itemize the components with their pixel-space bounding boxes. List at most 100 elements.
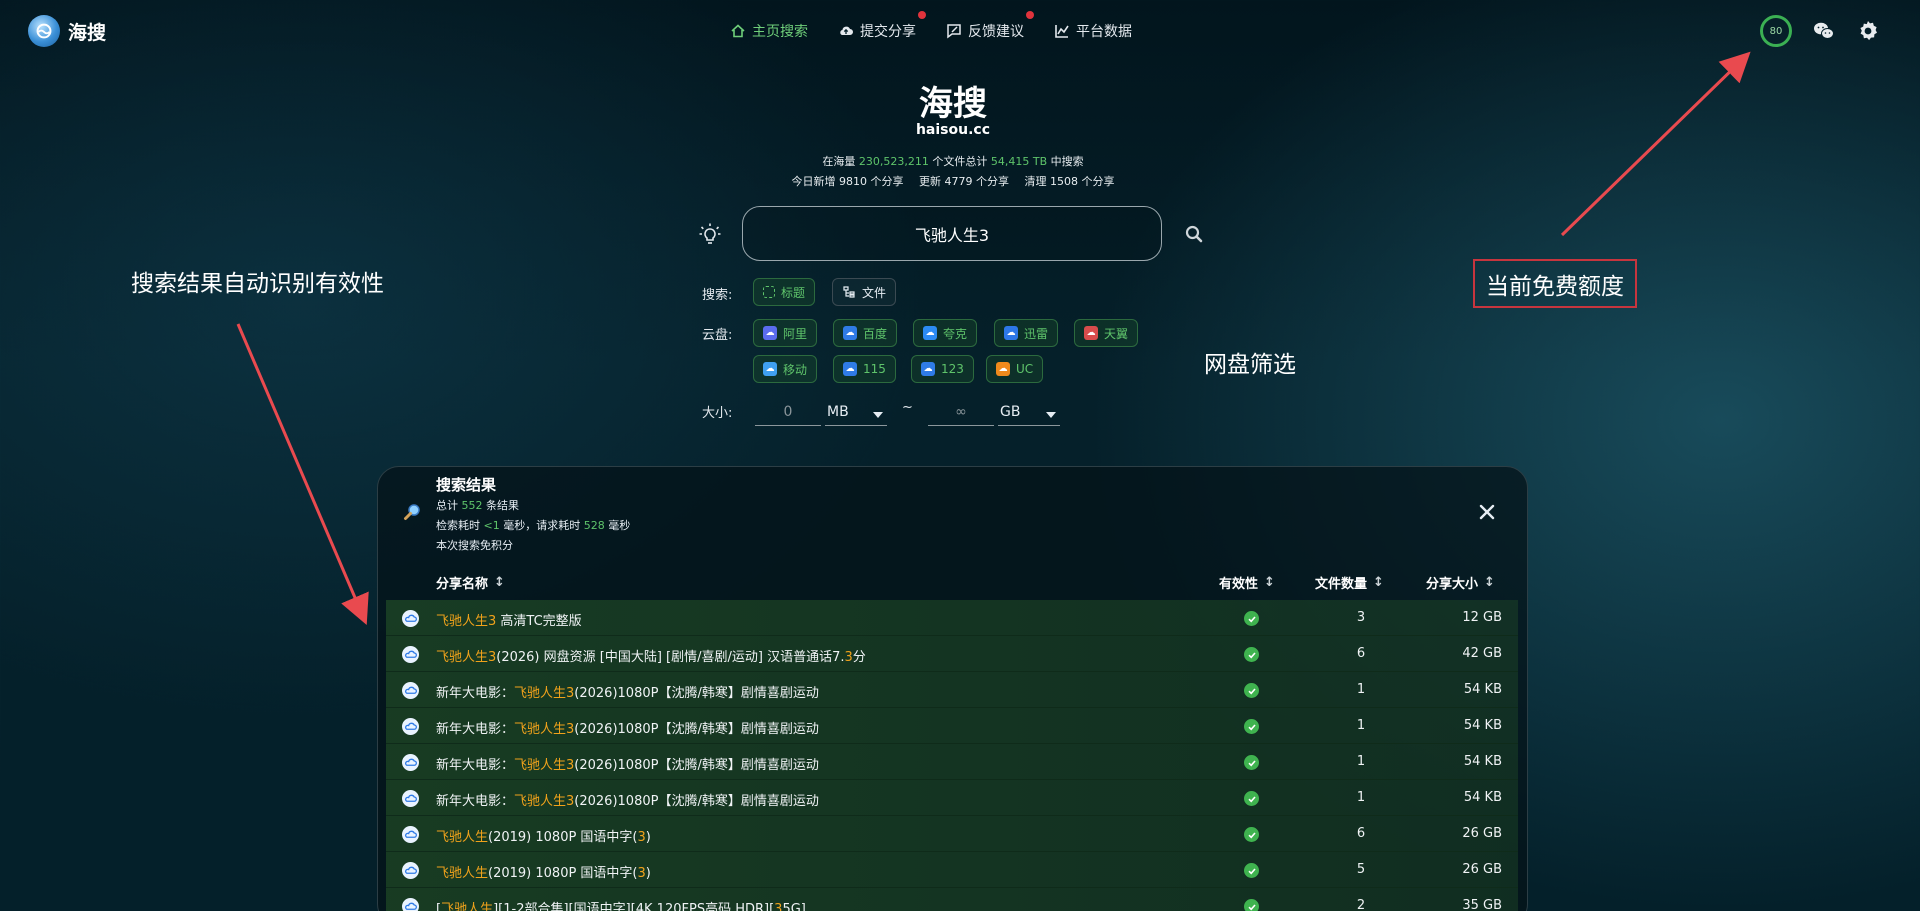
size-min-input[interactable]: 0 [755,404,821,426]
sort-icon: ↕ [1484,575,1495,590]
file-count: 1 [1356,754,1366,769]
size-max-unit-select[interactable]: GB [998,404,1060,426]
cloud-filter-chip[interactable]: ☁ 阿里 [753,319,818,347]
share-name[interactable]: 新年大电影：飞驰人生3(2026)1080P【沈腾/韩寒】剧情喜剧运动 [436,790,819,809]
notification-dot [918,11,926,19]
cloud-filter-label: 迅雷 [1024,326,1049,341]
table-row[interactable]: 新年大电影：飞驰人生3(2026)1080P【沈腾/韩寒】剧情喜剧运动 1 54 K… [386,672,1518,708]
cloud-filter-chip[interactable]: ☁ 123 [911,355,974,383]
share-name-highlight: 飞驰人生3 [436,650,497,665]
free-quota-ring[interactable]: 80 [1760,15,1792,47]
share-name[interactable]: 新年大电影：飞驰人生3(2026)1080P【沈腾/韩寒】剧情喜剧运动 [436,754,819,773]
column-valid-label: 有效性 [1219,577,1259,592]
size-min-unit-select[interactable]: MB [825,404,887,426]
column-name-label: 分享名称 [436,577,489,592]
cloud-filter-chip[interactable]: ☁ 天翼 [1074,319,1139,347]
share-name[interactable]: [飞驰人生][1-2部合集][国语中字][4K 120FPS高码 HDR][35… [436,898,806,911]
share-name[interactable]: 飞驰人生3(2026) 网盘资源 [中国大陆] [剧情/喜剧/运动] 汉语普通话… [436,646,866,665]
cloud-filter-chip[interactable]: ☁ 移动 [753,355,818,383]
cloud-filter-chip[interactable]: ☁ 迅雷 [994,319,1059,347]
cloud-drive-icon [402,826,419,843]
site-domain: haisou.cc [915,122,991,138]
cloud-filter-chip[interactable]: ☁ 夸克 [913,319,978,347]
lightbulb-icon[interactable] [698,222,722,246]
share-size: 54 KB [1463,754,1502,769]
results-total-prefix: 总计 [436,499,458,512]
file-count: 2 [1356,898,1366,911]
site-title: 海搜 [919,84,987,124]
column-count-header[interactable]: 文件数量 ↕ [1315,573,1384,592]
file-count: 5 [1356,862,1366,877]
arrow-to-results [236,323,369,626]
sort-icon: ↕ [1373,575,1384,590]
search-mode-file-label: 文件 [862,285,887,300]
logo[interactable]: 海搜 [28,15,106,47]
file-count: 3 [1356,610,1366,625]
index-stats: 在海量 230,523,211 个文件总计 54,415 TB 中搜索 [0,153,1906,169]
share-name-rest: (2019) 1080P 国语中字( [488,866,638,881]
table-row[interactable]: 飞驰人生3 高清TC完整版 3 12 GB [386,600,1518,636]
nav-submit-share[interactable]: 提交分享 [838,11,926,41]
cloud-filter-chip[interactable]: ☁ 百度 [833,319,898,347]
cloud-filter-label: 115 [863,362,886,376]
cloud-drive-icon [402,646,419,663]
cloud-provider-icon: ☁ [996,362,1010,376]
share-name[interactable]: 飞驰人生(2019) 1080P 国语中字(3) [436,862,651,881]
search-query: 飞驰人生3 [914,225,990,245]
share-name[interactable]: 新年大电影：飞驰人生3(2026)1080P【沈腾/韩寒】剧情喜剧运动 [436,682,819,701]
cloud-provider-icon: ☁ [1084,326,1098,340]
nav-feedback[interactable]: 反馈建议 [946,11,1034,41]
table-row[interactable]: 新年大电影：飞驰人生3(2026)1080P【沈腾/韩寒】剧情喜剧运动 1 54 K… [386,744,1518,780]
nav-home-search[interactable]: 主页搜索 [730,21,808,41]
share-name-highlight: 飞驰人生3 [514,758,575,773]
column-valid-header[interactable]: 有效性 ↕ [1219,573,1275,592]
size-filter-label: 大小: [702,406,733,421]
share-name[interactable]: 飞驰人生(2019) 1080P 国语中字(3) [436,826,651,845]
share-name-tail: 分 [852,650,866,665]
table-row[interactable]: [飞驰人生][1-2部合集][国语中字][4K 120FPS高码 HDR][35… [386,888,1518,911]
share-name-rest: ][1-2部合集][国语中字][4K 120FPS高码 HDR][ [493,902,775,911]
column-size-header[interactable]: 分享大小 ↕ [1426,573,1495,592]
nav-platform-data[interactable]: 平台数据 [1054,21,1132,41]
cloud-filter-chip[interactable]: ☁ 115 [833,355,896,383]
results-timing: 检索耗时 <1 毫秒，请求耗时 528 毫秒 [436,517,630,533]
share-name-highlight-2: 3 [637,866,646,881]
share-size: 35 GB [1462,898,1502,911]
annotation-free-quota: 当前免费额度 [1473,259,1637,308]
file-count: 1 [1356,682,1366,697]
file-count: 1 [1356,790,1366,805]
table-row[interactable]: 新年大电影：飞驰人生3(2026)1080P【沈腾/韩寒】剧情喜剧运动 1 54 K… [386,708,1518,744]
table-row[interactable]: 飞驰人生(2019) 1080P 国语中字(3) 6 26 GB [386,816,1518,852]
search-icon[interactable] [1184,224,1204,244]
table-row[interactable]: 飞驰人生3(2026) 网盘资源 [中国大陆] [剧情/喜剧/运动] 汉语普通话… [386,636,1518,672]
table-row[interactable]: 飞驰人生(2019) 1080P 国语中字(3) 5 26 GB [386,852,1518,888]
cloud-upload-icon [840,26,853,35]
search-input[interactable]: 飞驰人生3 [742,206,1162,261]
share-name[interactable]: 飞驰人生3 高清TC完整版 [436,610,582,629]
timing-label-a: 检索耗时 [436,519,480,532]
share-name-rest: 高清TC完整版 [496,614,582,629]
wechat-icon[interactable] [1812,19,1836,43]
search-mode-title[interactable]: 标题 [753,278,816,306]
file-count: 6 [1356,826,1366,841]
column-name-header[interactable]: 分享名称 ↕ [436,573,505,592]
share-name-prefix: 新年大电影： [436,758,515,773]
cloud-provider-icon: ☁ [923,326,937,340]
valid-check-icon [1244,791,1259,806]
size-max-input[interactable]: ∞ [928,404,994,426]
feedback-icon [947,24,961,39]
home-icon [731,24,745,38]
close-icon[interactable] [1477,502,1497,522]
share-name[interactable]: 新年大电影：飞驰人生3(2026)1080P【沈腾/韩寒】剧情喜剧运动 [436,718,819,737]
stats-file-count: 230,523,211 [858,155,929,168]
size-range-tilde: ~ [902,400,913,415]
gear-icon[interactable] [1856,19,1880,43]
search-mode-file[interactable]: 文件 [832,278,897,306]
search-mode-label: 搜索: [702,288,733,303]
annotation-validity: 搜索结果自动识别有效性 [131,271,384,297]
cloud-filter-label: 天翼 [1104,326,1129,341]
cloud-filter-chip[interactable]: ☁ UC [986,355,1044,383]
annotation-cloud-filter: 网盘筛选 [1204,352,1296,378]
magnifier-icon [404,504,420,520]
table-row[interactable]: 新年大电影：飞驰人生3(2026)1080P【沈腾/韩寒】剧情喜剧运动 1 54 K… [386,780,1518,816]
